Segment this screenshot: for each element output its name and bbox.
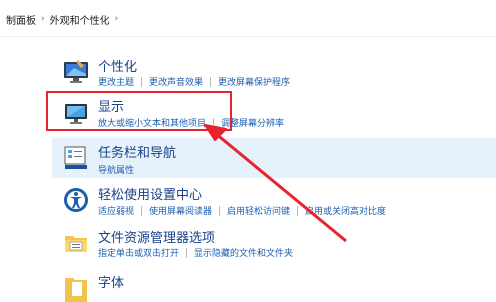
file-explorer-options-title[interactable]: 文件资源管理器选项 [98,227,215,246]
link-change-theme[interactable]: 更改主题 [98,75,134,88]
link-high-contrast[interactable]: 启用或关闭高对比度 [305,204,386,217]
link-text-size[interactable]: 放大或缩小文本和其他项目 [98,116,206,129]
item-file-explorer-options: 文件资源管理器选项 指定单击或双击打开 显示隐藏的文件和文件夹 [58,225,496,265]
ease-of-access-links: 适应弱视 使用屏幕阅读器 启用轻松访问键 启用或关闭高对比度 [98,204,386,217]
fonts-title[interactable]: 字体 [98,272,124,291]
divider [186,247,188,258]
link-click-open[interactable]: 指定单击或双击打开 [98,246,179,259]
fonts-icon [65,278,87,302]
personalization-icon [64,60,88,83]
link-navigation-properties[interactable]: 导航属性 [98,163,134,176]
taskbar-icon [64,146,87,169]
divider [0,36,496,37]
link-low-vision[interactable]: 适应弱视 [98,204,134,217]
folder-options-icon [65,236,87,252]
breadcrumb: 制面板 › 外观和个性化 › [6,11,123,27]
breadcrumb-control-panel[interactable]: 制面板 [6,12,36,27]
display-title[interactable]: 显示 [98,96,124,115]
item-personalization: 个性化 更改主题 更改声音效果 更改屏幕保护程序 [58,54,496,94]
divider [141,76,143,87]
ease-of-access-title[interactable]: 轻松使用设置中心 [98,184,202,203]
ease-of-access-icon [64,188,88,212]
divider [297,205,299,216]
divider [219,205,221,216]
link-access-keys[interactable]: 启用轻松访问键 [227,204,290,217]
item-ease-of-access: 轻松使用设置中心 适应弱视 使用屏幕阅读器 启用轻松访问键 启用或关闭高对比度 [58,182,496,222]
personalization-links: 更改主题 更改声音效果 更改屏幕保护程序 [98,75,290,88]
divider [141,205,143,216]
chevron-right-icon: › [41,14,45,24]
divider [213,117,215,128]
breadcrumb-appearance[interactable]: 外观和个性化 [50,12,110,27]
link-screen-reader[interactable]: 使用屏幕阅读器 [149,204,212,217]
item-taskbar[interactable]: 任务栏和导航 导航属性 [52,138,496,178]
chevron-right-icon: › [114,14,119,24]
link-show-hidden[interactable]: 显示隐藏的文件和文件夹 [194,246,293,259]
taskbar-links: 导航属性 [98,163,134,176]
item-display: 显示 放大或缩小文本和其他项目 调整屏幕分辨率 [58,95,496,131]
divider [210,76,212,87]
display-links: 放大或缩小文本和其他项目 调整屏幕分辨率 [98,116,284,129]
monitor-icon [65,104,87,124]
taskbar-title[interactable]: 任务栏和导航 [98,142,176,161]
link-screensaver[interactable]: 更改屏幕保护程序 [218,75,290,88]
item-fonts: 字体 [58,270,496,302]
file-explorer-options-links: 指定单击或双击打开 显示隐藏的文件和文件夹 [98,246,293,259]
personalization-title[interactable]: 个性化 [98,56,137,75]
link-resolution[interactable]: 调整屏幕分辨率 [221,116,284,129]
link-change-sound[interactable]: 更改声音效果 [149,75,203,88]
